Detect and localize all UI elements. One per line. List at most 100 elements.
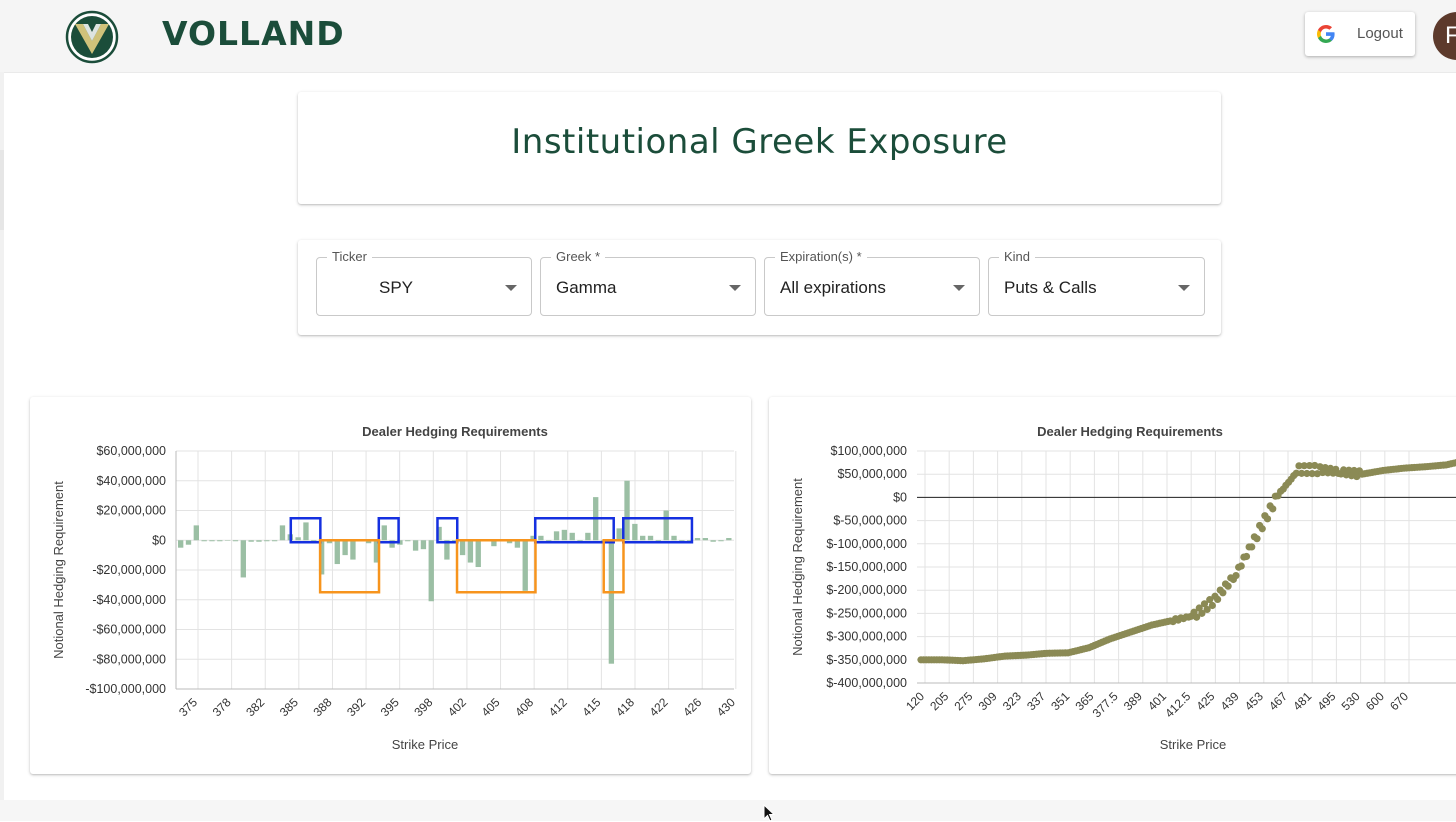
- expiration-select[interactable]: Expiration(s) * All expirations: [764, 257, 980, 316]
- logout-label: Logout: [1357, 25, 1403, 42]
- y-tick-label: $-150,000,000: [826, 560, 907, 574]
- bar: [413, 540, 418, 550]
- bar-chart: Dealer Hedging Requirements $60,000,000 $4…: [30, 397, 751, 774]
- x-tick-label: 275: [951, 689, 975, 713]
- y-axis-title: Notional Hedging Requirement: [51, 481, 66, 659]
- bar: [664, 511, 669, 541]
- x-tick-label: 378: [210, 695, 234, 719]
- greek-value: Gamma: [556, 278, 616, 298]
- y-tick-label: $-50,000,000: [833, 514, 907, 528]
- x-tick-label: 415: [579, 695, 603, 719]
- bar: [671, 536, 676, 540]
- data-point: [1209, 602, 1216, 609]
- x-tick-label: 392: [344, 695, 368, 719]
- bar-chart-card: Dealer Hedging Requirements $60,000,000 $4…: [30, 397, 751, 774]
- logout-button[interactable]: Logout: [1305, 12, 1415, 56]
- x-tick-label: 309: [976, 689, 1000, 713]
- scatter-chart-card: Dealer Hedging Requirements$100,000,000$…: [769, 397, 1456, 774]
- x-tick-label: 425: [1193, 689, 1217, 713]
- y-tick-label: $-200,000,000: [826, 583, 907, 597]
- bar: [264, 540, 269, 541]
- y-tick-label: $0: [893, 490, 907, 504]
- x-tick-label: 385: [277, 695, 301, 719]
- x-tick-label: 351: [1048, 689, 1072, 713]
- bar: [256, 540, 261, 541]
- data-point: [1225, 583, 1232, 590]
- bar: [248, 540, 253, 541]
- bar: [609, 540, 614, 663]
- bar: [241, 540, 246, 577]
- bar: [624, 481, 629, 541]
- bar: [178, 540, 183, 547]
- bar: [476, 540, 481, 567]
- bar: [335, 540, 340, 564]
- data-point: [1259, 525, 1266, 532]
- bar: [233, 540, 238, 541]
- y-tick-label: $-350,000,000: [826, 653, 907, 667]
- data-point: [1243, 553, 1250, 560]
- filter-card: Ticker SPY Greek * Gamma Expiration(s) *…: [298, 240, 1221, 335]
- x-tick-label: 412.5: [1162, 689, 1193, 720]
- title-card: Institutional Greek Exposure: [298, 92, 1221, 204]
- page-title: Institutional Greek Exposure: [298, 122, 1221, 162]
- data-point: [1214, 596, 1221, 603]
- greek-label: Greek *: [551, 249, 605, 264]
- x-axis-title: Strike Price: [1160, 737, 1226, 752]
- bar: [350, 540, 355, 559]
- y-tick-label: $-250,000,000: [826, 606, 907, 620]
- bar: [632, 524, 637, 540]
- bar: [703, 538, 708, 540]
- chevron-down-icon[interactable]: [505, 285, 517, 291]
- bar: [280, 525, 285, 540]
- y-tick-label: $60,000,000: [96, 444, 166, 458]
- bar: [186, 540, 191, 544]
- x-axis-title: Strike Price: [392, 737, 458, 752]
- bar: [342, 540, 347, 555]
- brand-name[interactable]: VOLLAND: [162, 14, 345, 53]
- y-tick-label: $100,000,000: [831, 444, 908, 458]
- x-tick-label: 430: [714, 695, 738, 719]
- ticker-label: Ticker: [327, 249, 372, 264]
- data-point: [1219, 589, 1226, 596]
- avatar[interactable]: F: [1433, 12, 1456, 60]
- x-tick-label: 670: [1387, 689, 1411, 713]
- chevron-down-icon[interactable]: [1178, 285, 1190, 291]
- x-tick-label: 439: [1218, 689, 1242, 713]
- bar: [303, 522, 308, 540]
- y-tick-label: $0: [152, 533, 166, 547]
- chevron-down-icon[interactable]: [953, 285, 965, 291]
- y-tick-label: $40,000,000: [96, 474, 166, 488]
- x-tick-label: 375: [176, 695, 200, 719]
- bar: [570, 533, 575, 540]
- data-point: [1253, 535, 1260, 542]
- mouse-cursor-icon: [763, 804, 777, 822]
- kind-select[interactable]: Kind Puts & Calls: [988, 257, 1205, 316]
- x-tick-label: 402: [445, 695, 469, 719]
- x-tick-label: 120: [903, 689, 927, 713]
- bar: [640, 536, 645, 540]
- x-tick-label: 530: [1339, 689, 1363, 713]
- kind-value: Puts & Calls: [1004, 278, 1097, 298]
- bar: [382, 525, 387, 540]
- chart-title: Dealer Hedging Requirements: [362, 424, 548, 439]
- bar: [718, 540, 723, 541]
- y-tick-label: $50,000,000: [837, 467, 907, 481]
- y-tick-label: -$20,000,000: [92, 563, 166, 577]
- x-tick-label: 377.5: [1090, 689, 1121, 720]
- x-tick-label: 388: [311, 695, 335, 719]
- expiration-label: Expiration(s) *: [775, 249, 867, 264]
- bar: [468, 540, 473, 562]
- x-tick-label: 382: [243, 695, 267, 719]
- y-tick-label: $20,000,000: [96, 504, 166, 518]
- x-tick-label: 408: [512, 695, 536, 719]
- bar: [460, 540, 465, 555]
- x-tick-label: 389: [1121, 689, 1145, 713]
- ticker-select[interactable]: Ticker SPY: [316, 257, 532, 316]
- chevron-down-icon[interactable]: [729, 285, 741, 291]
- bar: [405, 540, 410, 541]
- greek-select[interactable]: Greek * Gamma: [540, 257, 756, 316]
- x-tick-label: 600: [1363, 689, 1387, 713]
- x-tick-label: 405: [479, 695, 503, 719]
- volland-logo-icon[interactable]: [65, 10, 119, 64]
- y-tick-label: $-100,000,000: [826, 537, 907, 551]
